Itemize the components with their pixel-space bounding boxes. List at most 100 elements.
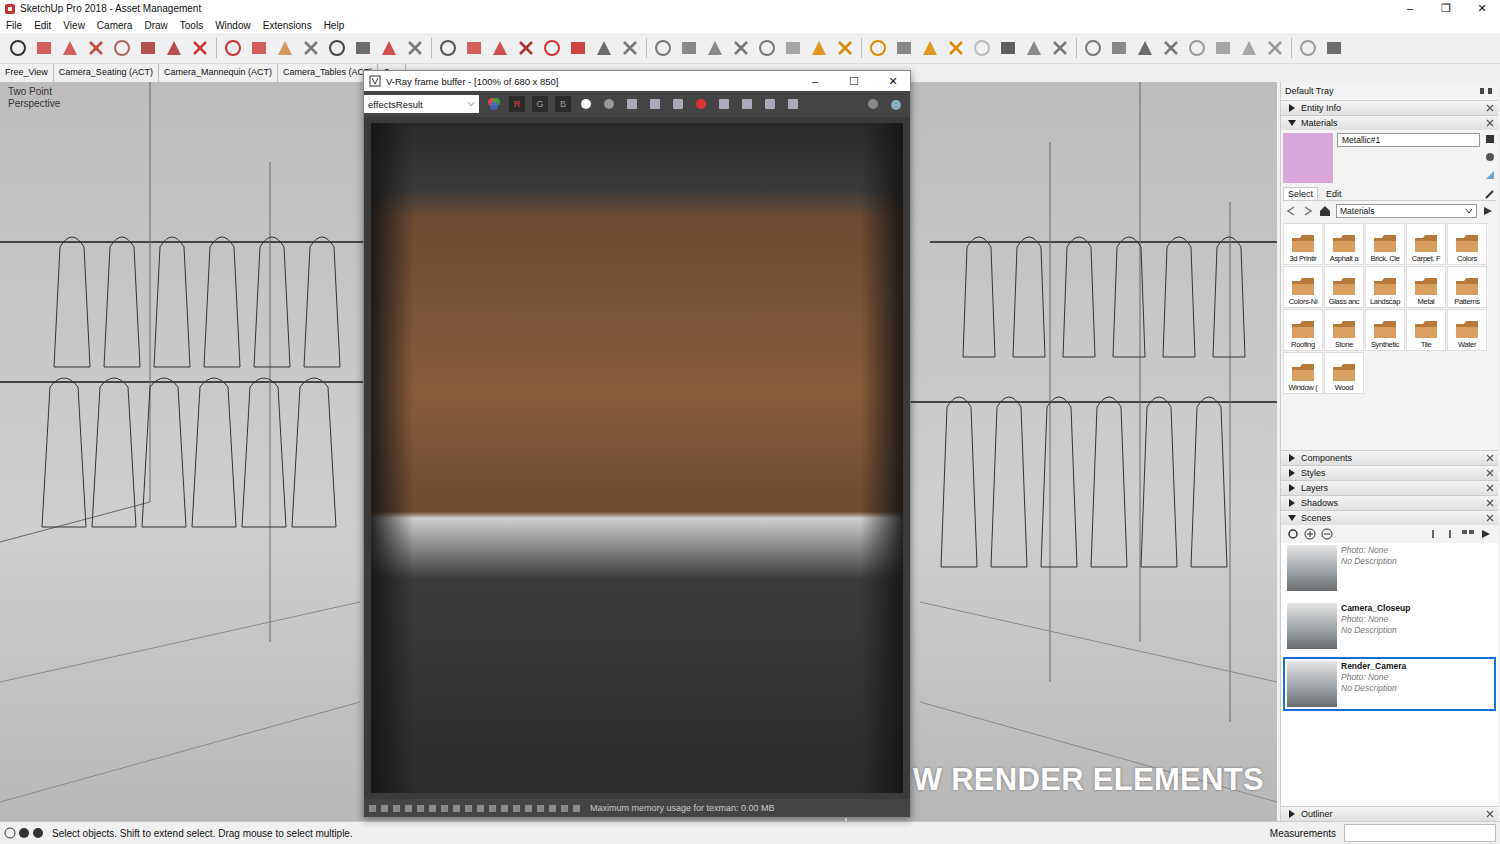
tool-icon[interactable]: [164, 38, 184, 58]
rgb-channels-icon[interactable]: [486, 96, 502, 112]
materials-tab[interactable]: Select: [1283, 187, 1318, 200]
home-icon[interactable]: [1319, 205, 1331, 217]
expand-arrow-icon[interactable]: [1288, 454, 1296, 462]
menu-item[interactable]: Window: [215, 20, 251, 31]
tool-icon[interactable]: [1239, 38, 1259, 58]
vfb-status-icon[interactable]: [440, 804, 449, 813]
tray-section-header[interactable]: Scenes: [1281, 510, 1498, 525]
tool-icon[interactable]: [275, 38, 295, 58]
expand-arrow-icon[interactable]: [1288, 104, 1296, 112]
vfb-tool-icon[interactable]: [624, 96, 640, 112]
tool-icon[interactable]: [190, 38, 210, 58]
vfb-status-icon[interactable]: [572, 804, 581, 813]
material-folder[interactable]: Metal: [1406, 266, 1446, 308]
measurements-field[interactable]: [1344, 824, 1496, 842]
close-icon[interactable]: [1486, 514, 1494, 522]
vfb-status-icon[interactable]: [392, 804, 401, 813]
tool-icon[interactable]: [835, 38, 855, 58]
window-control-button[interactable]: ❐: [1428, 2, 1464, 15]
expand-arrow-icon[interactable]: [1288, 484, 1296, 492]
vfb-status-icon[interactable]: [488, 804, 497, 813]
material-folder[interactable]: Carpet, F: [1406, 223, 1446, 265]
expand-arrow-icon[interactable]: [1288, 119, 1296, 127]
window-control-button[interactable]: ✕: [1464, 2, 1500, 15]
tool-icon[interactable]: [327, 38, 347, 58]
tool-icon[interactable]: [809, 38, 829, 58]
tool-icon[interactable]: [1324, 38, 1344, 58]
material-folder[interactable]: 3d Printir: [1283, 223, 1323, 265]
vfb-status-icon[interactable]: [380, 804, 389, 813]
tool-icon[interactable]: [998, 38, 1018, 58]
create-material-icon[interactable]: [1484, 151, 1496, 163]
tool-icon[interactable]: [405, 38, 425, 58]
tool-icon[interactable]: [34, 38, 54, 58]
tool-icon[interactable]: [894, 38, 914, 58]
vfb-status-icon[interactable]: [524, 804, 533, 813]
menu-item[interactable]: File: [6, 20, 22, 31]
eyedropper-icon[interactable]: [1484, 188, 1496, 200]
tray-section-header[interactable]: Components: [1281, 450, 1498, 465]
tool-icon[interactable]: [138, 38, 158, 58]
expand-arrow-icon[interactable]: [1288, 514, 1296, 522]
tray-section-header[interactable]: Entity Info: [1281, 100, 1498, 115]
material-folder[interactable]: Wood: [1324, 352, 1364, 394]
back-icon[interactable]: [1285, 205, 1297, 217]
close-icon[interactable]: [1486, 104, 1494, 112]
vfb-tool-icon[interactable]: [601, 96, 617, 112]
vfb-teapot-icon[interactable]: [888, 96, 904, 112]
vfb-status-icon[interactable]: [548, 804, 557, 813]
vfb-tool-icon[interactable]: [716, 96, 732, 112]
library-dropdown[interactable]: Materials: [1336, 204, 1477, 218]
menu-item[interactable]: Tools: [180, 20, 203, 31]
menu-item[interactable]: Camera: [97, 20, 133, 31]
tool-icon[interactable]: [223, 38, 243, 58]
tool-icon[interactable]: [60, 38, 80, 58]
tool-icon[interactable]: [353, 38, 373, 58]
expand-arrow-icon[interactable]: [1288, 499, 1296, 507]
scene-item[interactable]: Photo: None No Description: [1283, 543, 1496, 595]
vfb-tool-icon[interactable]: [739, 96, 755, 112]
channel-button[interactable]: B: [555, 96, 571, 112]
material-folder[interactable]: Stone: [1324, 309, 1364, 351]
refresh-icon[interactable]: [1287, 528, 1299, 540]
tool-icon[interactable]: [1265, 38, 1285, 58]
vfb-status-icon[interactable]: [500, 804, 509, 813]
tool-icon[interactable]: [1050, 38, 1070, 58]
tool-icon[interactable]: [653, 38, 673, 58]
tool-icon[interactable]: [620, 38, 640, 58]
tool-icon[interactable]: [594, 38, 614, 58]
tool-icon[interactable]: [1161, 38, 1181, 58]
vfb-option-icon[interactable]: [865, 96, 881, 112]
tray-section-header[interactable]: Shadows: [1281, 495, 1498, 510]
tool-icon[interactable]: [490, 38, 510, 58]
menu-item[interactable]: Draw: [144, 20, 167, 31]
vfb-status-icon[interactable]: [428, 804, 437, 813]
channel-button[interactable]: G: [532, 96, 548, 112]
tool-icon[interactable]: [542, 38, 562, 58]
scene-tab[interactable]: Camera_Seating (ACT): [54, 64, 159, 82]
scene-tab[interactable]: Camera_Mannequin (ACT): [159, 64, 278, 82]
material-folder[interactable]: Patterns: [1447, 266, 1487, 308]
tool-icon[interactable]: [705, 38, 725, 58]
materials-tab[interactable]: Edit: [1322, 188, 1346, 200]
menu-item[interactable]: Edit: [34, 20, 51, 31]
scene-tab[interactable]: Free_View: [0, 64, 54, 82]
vfb-status-icon[interactable]: [368, 804, 377, 813]
channel-dropdown[interactable]: effectsResult: [364, 95, 479, 113]
vfb-tool-icon[interactable]: [785, 96, 801, 112]
tool-icon[interactable]: [464, 38, 484, 58]
material-folder[interactable]: Window (: [1283, 352, 1323, 394]
close-icon[interactable]: [1486, 454, 1494, 462]
tool-icon[interactable]: [1135, 38, 1155, 58]
menu-item[interactable]: Help: [324, 20, 345, 31]
close-icon[interactable]: [1486, 119, 1494, 127]
tool-icon[interactable]: [1187, 38, 1207, 58]
close-icon[interactable]: [1486, 469, 1494, 477]
material-name-field[interactable]: Metallic#1: [1337, 133, 1480, 147]
tool-icon[interactable]: [1024, 38, 1044, 58]
window-control-button[interactable]: ☐: [837, 75, 871, 88]
vfb-tool-icon[interactable]: [578, 96, 594, 112]
forward-icon[interactable]: [1302, 205, 1314, 217]
material-folder[interactable]: Water: [1447, 309, 1487, 351]
material-folder[interactable]: Landscap: [1365, 266, 1405, 308]
